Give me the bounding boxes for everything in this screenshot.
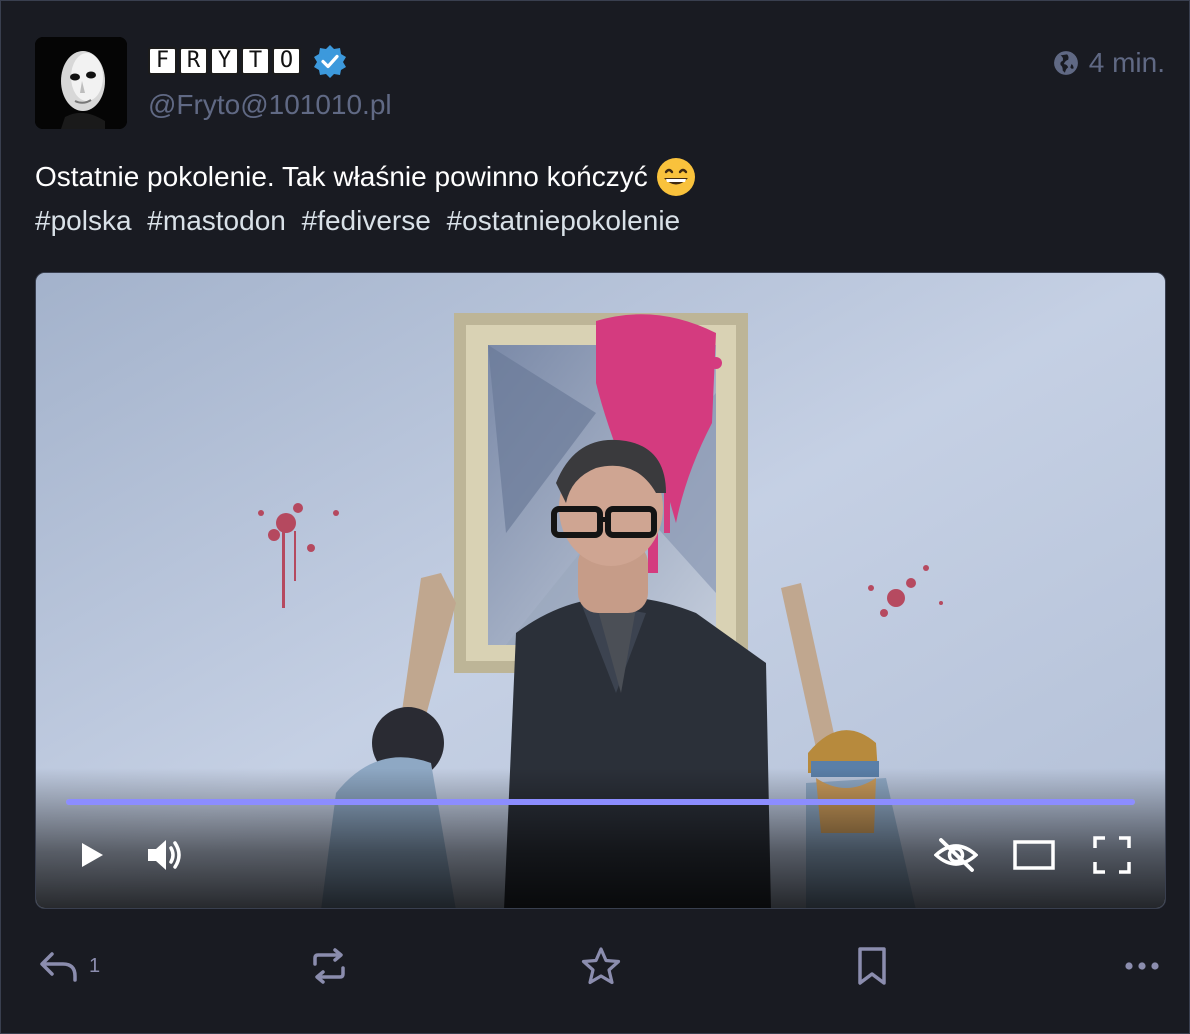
- display-name-letter: T: [241, 47, 270, 75]
- bookmark-button[interactable]: [855, 941, 889, 991]
- display-name[interactable]: F R Y T O: [148, 45, 347, 78]
- theater-mode-button[interactable]: [1012, 833, 1056, 877]
- status-card: F R Y T O @Fryto@101010.pl 4 min. Ostatn…: [0, 0, 1190, 1034]
- post-timestamp[interactable]: 4 min.: [1053, 47, 1165, 79]
- display-name-letter: Y: [210, 47, 239, 75]
- boost-icon: [313, 948, 345, 984]
- hashtag-link[interactable]: #polska: [35, 205, 132, 236]
- bookmark-icon: [858, 947, 886, 985]
- video-progress-bar[interactable]: [66, 799, 1135, 805]
- post-text: Ostatnie pokolenie. Tak właśnie powinno …: [35, 161, 648, 192]
- favourite-button[interactable]: [581, 941, 621, 991]
- hide-media-button[interactable]: [934, 833, 978, 877]
- play-button[interactable]: [70, 833, 114, 877]
- volume-icon: [148, 840, 181, 870]
- account-handle[interactable]: @Fryto@101010.pl: [148, 89, 392, 121]
- video-controls-shade: [36, 768, 1165, 908]
- play-icon: [82, 843, 103, 867]
- grinning-face-icon: [656, 158, 695, 196]
- avatar[interactable]: [35, 37, 127, 129]
- favourite-icon: [581, 947, 621, 985]
- globe-icon: [1053, 51, 1078, 75]
- hashtag-link[interactable]: #fediverse: [302, 205, 431, 236]
- more-icon: [1125, 962, 1159, 970]
- mute-button[interactable]: [144, 833, 188, 877]
- status-action-bar: 1: [35, 941, 1165, 991]
- video-progress-fill: [66, 799, 1135, 805]
- boost-button[interactable]: [309, 941, 349, 991]
- hide-media-icon: [934, 838, 978, 872]
- fullscreen-icon: [1093, 836, 1131, 874]
- display-name-letter: R: [179, 47, 208, 75]
- fullscreen-button[interactable]: [1090, 833, 1134, 877]
- timestamp-label: 4 min.: [1088, 47, 1165, 78]
- reply-count: 1: [89, 954, 101, 977]
- hashtag-link[interactable]: #ostatniepokolenie: [447, 205, 681, 236]
- reply-button[interactable]: 1: [39, 941, 100, 991]
- hashtag-list: #polska #mastodon #fediverse #ostatniepo…: [35, 199, 1155, 243]
- avatar-mask-image: [35, 37, 127, 129]
- post-content: Ostatnie pokolenie. Tak właśnie powinno …: [35, 155, 1155, 243]
- reply-icon: [40, 952, 77, 982]
- hashtag-link[interactable]: #mastodon: [147, 205, 286, 236]
- display-name-letter: O: [272, 47, 301, 75]
- more-button[interactable]: [1125, 941, 1159, 991]
- verified-badge-icon: [314, 45, 346, 78]
- video-player[interactable]: [35, 272, 1166, 909]
- theater-mode-icon: [1013, 840, 1055, 870]
- display-name-letter: F: [148, 47, 177, 75]
